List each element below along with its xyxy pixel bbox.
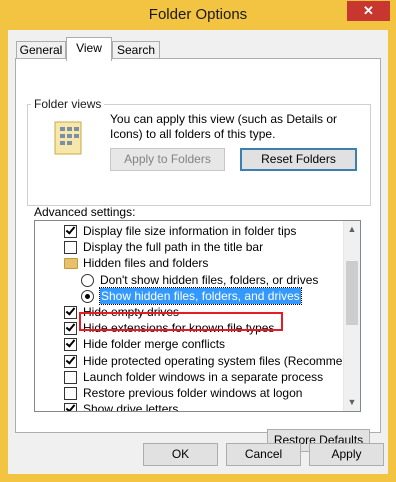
- setting-label: Restore previous folder windows at logon: [83, 386, 303, 400]
- setting-row[interactable]: Hidden files and folders: [35, 255, 347, 271]
- setting-row[interactable]: Show hidden files, folders, and drives: [35, 286, 347, 305]
- setting-checkbox[interactable]: [64, 305, 77, 319]
- advanced-settings-label: Advanced settings:: [34, 205, 136, 219]
- folder-views-description: You can apply this view (such as Details…: [110, 112, 338, 141]
- setting-label: Hide protected operating system files (R…: [83, 353, 361, 368]
- setting-row[interactable]: Hide protected operating system files (R…: [35, 353, 360, 369]
- tab-general-label: General: [19, 43, 63, 57]
- setting-label: Display file size information in folder …: [83, 224, 297, 238]
- setting-row[interactable]: Display file size information in folder …: [35, 223, 347, 239]
- setting-row[interactable]: Hide folder merge conflicts: [35, 336, 347, 352]
- checkmark-icon: [65, 402, 76, 411]
- setting-radio[interactable]: [81, 273, 94, 287]
- setting-checkbox[interactable]: [64, 387, 77, 400]
- setting-row[interactable]: Restore previous folder windows at logon: [35, 385, 347, 401]
- checkmark-icon: [65, 337, 76, 348]
- setting-checkbox[interactable]: [64, 321, 77, 336]
- checkmark-icon: [65, 321, 76, 332]
- setting-label: Don't show hidden files, folders, or dri…: [100, 272, 319, 287]
- setting-row[interactable]: Don't show hidden files, folders, or dri…: [35, 272, 347, 288]
- setting-radio[interactable]: [81, 289, 94, 303]
- close-button[interactable]: ✕: [347, 1, 390, 21]
- setting-checkbox[interactable]: [64, 370, 77, 384]
- setting-checkbox[interactable]: [64, 337, 77, 352]
- checkmark-icon: [65, 354, 76, 365]
- setting-label: Hidden files and folders: [83, 256, 209, 271]
- folder-views-icon: [54, 121, 82, 155]
- setting-checkbox[interactable]: [64, 354, 77, 368]
- close-icon: ✕: [363, 3, 374, 18]
- setting-checkbox[interactable]: [64, 402, 77, 411]
- advanced-settings-list[interactable]: Display file size information in folder …: [34, 220, 361, 412]
- tab-search-label: Search: [116, 43, 156, 57]
- folder-views-label: Folder views: [31, 97, 105, 111]
- window-title: Folder Options: [148, 6, 248, 23]
- cancel-button[interactable]: Cancel: [226, 443, 301, 466]
- reset-folders-button[interactable]: Reset Folders: [240, 148, 357, 171]
- dialog-body: General View Search Folder views You can…: [8, 30, 388, 474]
- title-bar[interactable]: Folder Options ✕: [0, 0, 396, 30]
- folder-icon: [64, 258, 78, 270]
- scroll-down-icon[interactable]: ▼: [344, 394, 360, 411]
- apply-to-folders-button[interactable]: Apply to Folders: [110, 148, 225, 171]
- ok-button[interactable]: OK: [143, 443, 218, 466]
- tab-view-label: View: [76, 41, 102, 55]
- setting-label: Launch folder windows in a separate proc…: [83, 369, 324, 384]
- scroll-up-icon[interactable]: ▲: [344, 221, 360, 238]
- advanced-settings-scrollbar[interactable]: ▲ ▼: [343, 221, 360, 411]
- setting-row[interactable]: Display the full path in the title bar: [35, 239, 347, 255]
- apply-button[interactable]: Apply: [309, 443, 384, 466]
- setting-label: Hide folder merge conflicts: [83, 337, 226, 352]
- checkmark-icon: [65, 305, 76, 316]
- view-tab-panel: Folder views You can apply this view (su…: [15, 58, 381, 452]
- folder-options-window: Folder Options ✕ General View Search Fol…: [0, 0, 396, 482]
- tab-view[interactable]: View: [66, 37, 112, 61]
- setting-checkbox[interactable]: [64, 241, 77, 255]
- setting-checkbox[interactable]: [64, 224, 77, 238]
- setting-label: Display the full path in the title bar: [83, 240, 264, 255]
- radio-dot-icon: [85, 293, 90, 299]
- checkmark-icon: [65, 224, 76, 235]
- highlight-outline: [79, 312, 283, 331]
- setting-row[interactable]: Show drive letters: [35, 401, 347, 412]
- setting-label: Show drive letters: [83, 402, 179, 412]
- setting-row[interactable]: Launch folder windows in a separate proc…: [35, 369, 347, 385]
- setting-label: Show hidden files, folders, and drives: [99, 286, 302, 305]
- scroll-thumb[interactable]: [346, 261, 358, 325]
